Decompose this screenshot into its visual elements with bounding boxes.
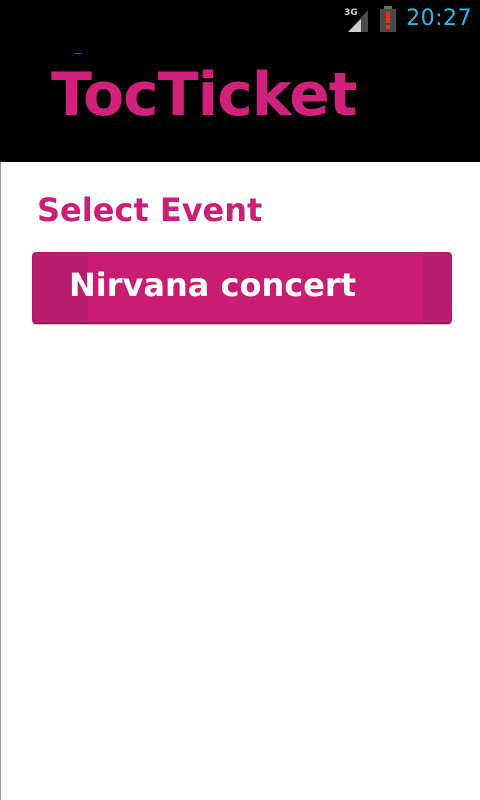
- event-button-nirvana-concert[interactable]: Nirvana concert: [32, 252, 452, 323]
- main-content: Select Event Nirvana concert: [0, 162, 480, 800]
- header-accent-mark: [74, 53, 82, 54]
- app-logo: TocTicket: [51, 60, 357, 130]
- battery-icon: [380, 6, 397, 32]
- status-bar: 3G 20:27: [0, 0, 480, 38]
- event-button-label: Nirvana concert: [69, 266, 356, 304]
- signal-icon: 3G: [344, 6, 370, 32]
- status-icons: 3G 20:27: [344, 0, 472, 38]
- app-header: TocTicket: [0, 38, 480, 162]
- page-title: Select Event: [37, 191, 263, 229]
- alert-icon: [386, 12, 391, 23]
- clock: 20:27: [406, 6, 472, 31]
